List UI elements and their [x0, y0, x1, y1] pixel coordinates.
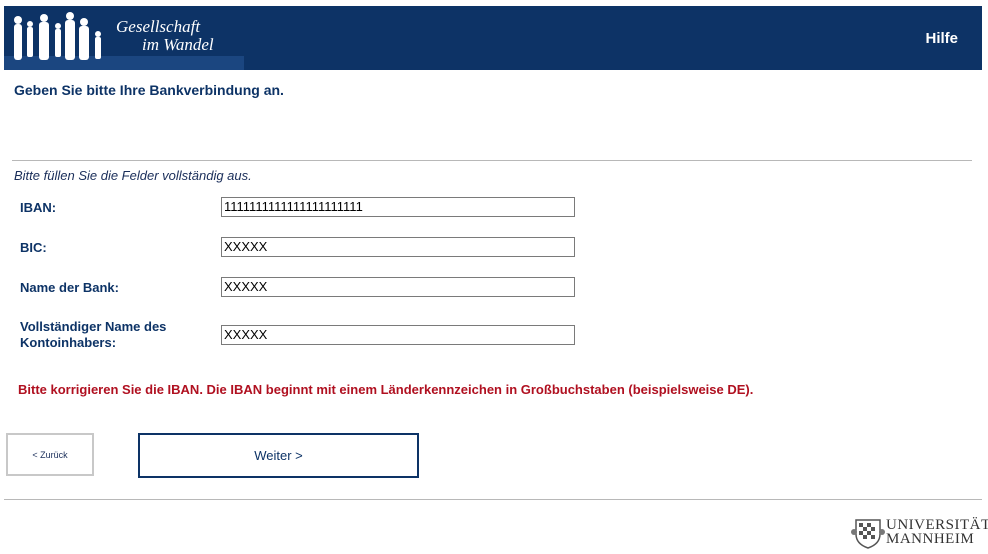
iban-label: IBAN:	[20, 200, 57, 215]
next-button[interactable]: Weiter >	[138, 433, 419, 478]
bic-input[interactable]	[221, 237, 575, 257]
error-message: Bitte korrigieren Sie die IBAN. Die IBAN…	[18, 382, 754, 397]
account-holder-input[interactable]	[221, 325, 575, 345]
account-holder-label: Vollständiger Name des Kontoinhabers:	[20, 319, 166, 351]
account-holder-label-line1: Vollständiger Name des	[20, 319, 167, 334]
bank-name-input[interactable]	[221, 277, 575, 297]
university-logo: UNIVERSITÄT MANNHEIM	[850, 514, 988, 550]
university-name-line2: MANNHEIM	[886, 531, 975, 547]
logo-title-line1: Gesellschaft	[116, 17, 201, 36]
logo-title-line2: im Wandel	[142, 35, 214, 54]
header-banner: Gesellschaft im Wandel Hilfe	[4, 6, 982, 70]
help-link[interactable]: Hilfe	[925, 30, 958, 47]
crest-icon	[851, 519, 885, 549]
page-title: Geben Sie bitte Ihre Bankverbindung an.	[14, 82, 284, 98]
university-name-line1: UNIVERSITÄT	[886, 517, 988, 533]
back-button[interactable]: < Zurück	[6, 433, 94, 476]
account-holder-label-line2: Kontoinhabers:	[20, 335, 117, 350]
footer-divider	[4, 499, 982, 500]
bank-name-label: Name der Bank:	[20, 280, 119, 295]
form-instruction: Bitte füllen Sie die Felder vollständig …	[14, 168, 252, 183]
university-name: UNIVERSITÄT MANNHEIM	[886, 517, 988, 547]
iban-input[interactable]	[221, 197, 575, 217]
divider	[12, 160, 972, 161]
bic-label: BIC:	[20, 240, 47, 255]
